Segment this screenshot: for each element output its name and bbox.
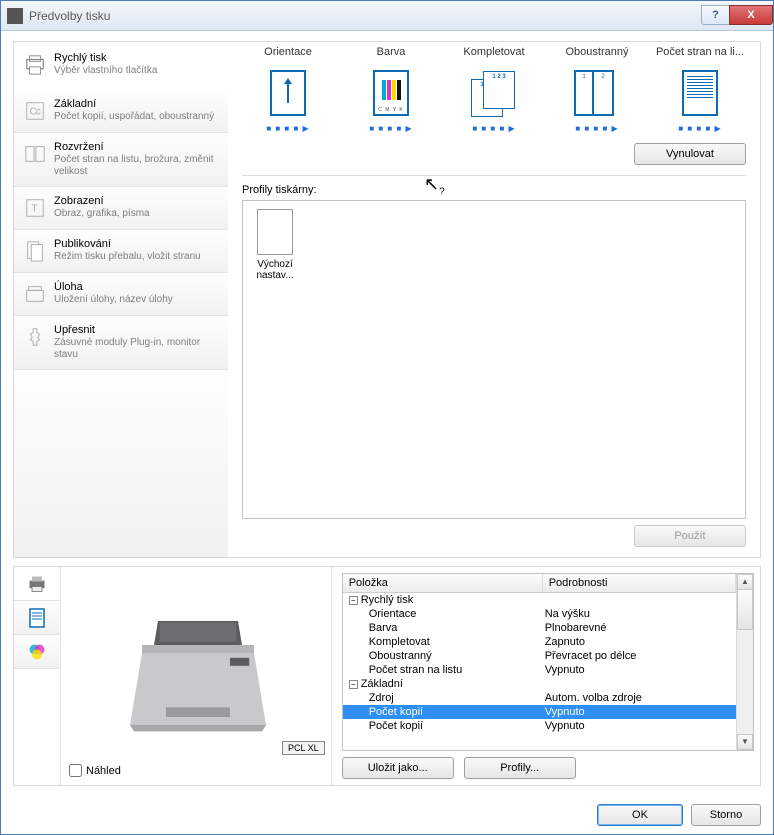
cancel-button[interactable]: Storno [691,804,761,826]
group-name: Základní [361,678,403,690]
sidebar-item-imaging[interactable]: T ZobrazeníObraz, grafika, písma [14,187,228,230]
sidebar-item-basic[interactable]: Cc ZákladníPočet kopií, uspořádat, obous… [14,90,228,133]
reset-button[interactable]: Vynulovat [634,143,746,165]
scroll-thumb[interactable] [737,590,753,630]
profiles-box[interactable]: Výchozí nastav... [242,200,746,519]
apply-profile-button[interactable]: Použít [634,525,746,547]
lower-tabs [14,567,60,785]
grid-row[interactable]: Počet stran na listuVypnuto [343,663,736,677]
layout-icon [24,141,46,167]
printer-image-icon [118,599,278,739]
details-pane: Položka Podrobnosti −Rychlý tiskOrientac… [331,567,760,785]
profile-thumb-icon [257,209,293,255]
group-name: Rychlý tisk [361,594,414,606]
titlebar[interactable]: Předvolby tisku ? X [1,1,773,31]
tab-page-icon[interactable] [14,601,60,635]
app-icon [7,8,23,24]
grid-row[interactable]: KompletovatZapnuto [343,635,736,649]
save-as-button[interactable]: Uložit jako... [342,757,454,779]
profile-default[interactable]: Výchozí nastav... [251,209,299,510]
settings-grid[interactable]: Položka Podrobnosti −Rychlý tiskOrientac… [342,573,754,751]
grid-row[interactable]: BarvaPlnobarevné [343,621,736,635]
dialog-footer: OK Storno [1,796,773,834]
quick-duplex[interactable]: Oboustranný 12 ■ ■ ■ ■ ▶ [551,46,643,133]
grid-row[interactable]: OrientaceNa výšku [343,607,736,621]
quick-orientation[interactable]: Orientace ■ ■ ■ ■ ▶ [242,46,334,133]
print-preferences-window: Předvolby tisku ? X Rychlý tiskVýběr vla… [0,0,774,835]
sidebar-item-publishing[interactable]: PublikováníRežim tisku přebalu, vložit s… [14,230,228,273]
job-icon [24,281,46,307]
preview-checkbox[interactable] [69,764,82,777]
basic-icon: Cc [24,98,46,124]
quick-buttons-row: Orientace ■ ■ ■ ■ ▶ Barva C M Y K ■ ■ ■ … [242,46,746,133]
help-button[interactable]: ? [701,5,729,25]
main-pane: Orientace ■ ■ ■ ■ ▶ Barva C M Y K ■ ■ ■ … [228,42,760,557]
scroll-up-icon[interactable]: ▲ [737,574,753,590]
quick-pagesper[interactable]: Počet stran na li... ■ ■ ■ ■ ▶ [654,46,746,133]
preview-checkbox-label: Náhled [86,765,121,777]
tree-toggle-icon[interactable]: − [349,680,358,689]
grid-row[interactable]: Počet kopiíVypnuto [343,719,736,733]
svg-text:c: c [36,107,41,118]
imaging-icon: T [24,195,46,221]
close-button[interactable]: X [729,5,773,25]
profiles-button[interactable]: Profily... [464,757,576,779]
quickprint-icon [24,52,46,78]
tab-color-icon[interactable] [14,635,60,669]
grid-row[interactable]: OboustrannýPřevracet po délce [343,649,736,663]
grid-header: Položka Podrobnosti [343,574,736,593]
window-title: Předvolby tisku [29,9,110,23]
sidebar-item-quickprint[interactable]: Rychlý tiskVýběr vlastního tlačítka [14,42,228,90]
sidebar-label: Rychlý tisk [54,52,157,64]
sidebar-item-job[interactable]: ÚlohaUložení úlohy, název úlohy [14,273,228,316]
sidebar-item-advanced[interactable]: UpřesnitZásuvné moduly Plug-in, monitor … [14,316,228,370]
quick-collate[interactable]: Kompletovat 1 2 31 2 3 ■ ■ ■ ■ ▶ [448,46,540,133]
tree-toggle-icon[interactable]: − [349,596,358,605]
svg-text:T: T [31,204,37,215]
sidebar-item-layout[interactable]: RozvrženíPočet stran na listu, brožura, … [14,133,228,187]
pdl-badge: PCL XL [282,741,325,755]
tab-printer-icon[interactable] [14,567,61,601]
printer-preview: PCL XL Náhled [60,567,331,785]
scroll-down-icon[interactable]: ▼ [737,734,753,750]
sidebar: Rychlý tiskVýběr vlastního tlačítka Cc Z… [14,42,228,557]
publishing-icon [24,238,46,264]
grid-row[interactable]: ZdrojAutom. volba zdroje [343,691,736,705]
profiles-label: Profily tiskárny: [242,184,746,196]
quick-color[interactable]: Barva C M Y K ■ ■ ■ ■ ▶ [345,46,437,133]
advanced-icon [24,324,46,350]
grid-row[interactable]: Počet kopiíVypnuto [343,705,736,719]
grid-scrollbar[interactable]: ▲ ▼ [736,574,753,750]
ok-button[interactable]: OK [597,804,683,826]
